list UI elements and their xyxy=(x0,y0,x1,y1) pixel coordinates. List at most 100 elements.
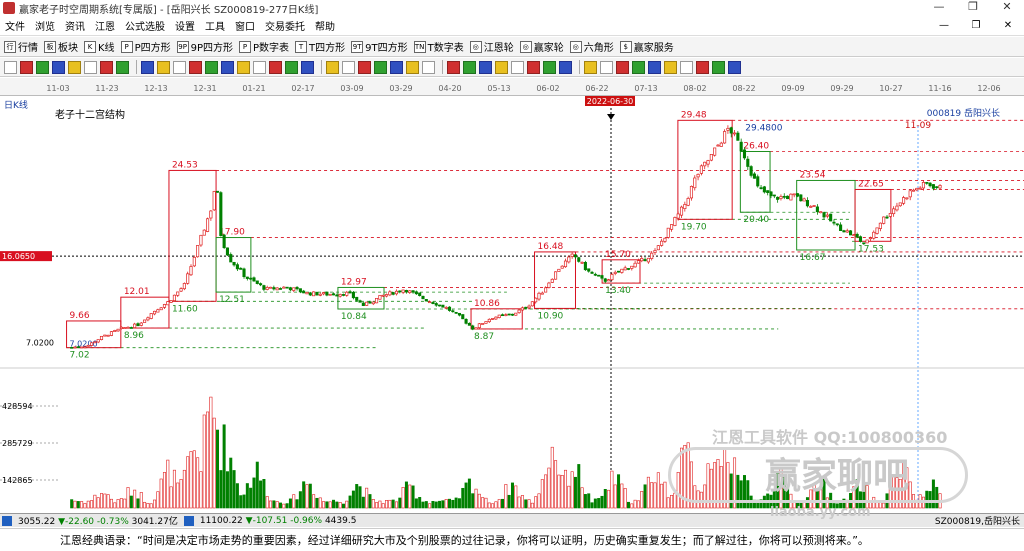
drawing-tool-icon[interactable] xyxy=(728,60,741,74)
menu-news[interactable]: 资讯 xyxy=(60,18,90,33)
candle-body xyxy=(341,294,346,296)
toolbar-button-9[interactable]: ◎ 江恩轮 xyxy=(469,39,514,54)
candle-body xyxy=(673,217,677,226)
volume-bar xyxy=(265,496,269,509)
candle-body xyxy=(414,291,418,295)
toolbar-button-8[interactable]: TN T数字表 xyxy=(413,39,464,54)
toolbar-button-4[interactable]: 9P 9P四方形 xyxy=(176,39,233,54)
drawing-tool-icon[interactable] xyxy=(253,60,266,74)
toolbar-button-2[interactable]: K K线 xyxy=(84,39,115,54)
drawing-tool-icon[interactable] xyxy=(189,60,202,74)
drawing-tool-icon[interactable] xyxy=(600,60,613,74)
candle-body xyxy=(365,301,369,306)
drawing-tool-icon[interactable] xyxy=(205,60,218,74)
drawing-tool-icon[interactable] xyxy=(68,60,81,74)
date-tick-13: 08-02 xyxy=(683,84,706,93)
drawing-tool-icon[interactable] xyxy=(157,60,170,74)
status-stock[interactable]: SZ000819,岳阳兴长 xyxy=(931,514,1024,527)
drawing-tool-icon[interactable] xyxy=(20,60,33,74)
drawing-tool-icon[interactable] xyxy=(422,60,435,74)
volume-bar xyxy=(872,496,876,509)
drawing-tool-icon[interactable] xyxy=(301,60,314,74)
volume-bar xyxy=(305,484,309,509)
toolbar-button-5[interactable]: P P数字表 xyxy=(239,39,289,54)
minimize-button[interactable]: — xyxy=(922,0,956,13)
sh-index[interactable]: 3055.22 ▼-22.60 -0.73% 3041.27亿 xyxy=(14,514,182,527)
drawing-tool-icon[interactable] xyxy=(664,60,677,74)
drawing-tool-icon[interactable] xyxy=(559,60,572,74)
drawing-tool-icon[interactable] xyxy=(680,60,693,74)
volume-bar xyxy=(431,501,435,509)
menu-tools[interactable]: 工具 xyxy=(200,18,230,33)
volume-bar xyxy=(371,499,375,509)
drawing-tool-icon[interactable] xyxy=(342,60,355,74)
sz-index[interactable]: 11100.22 ▼-107.51 -0.96% 4439.5 xyxy=(196,516,361,526)
drawing-tool-icon[interactable] xyxy=(141,60,154,74)
kline-chart[interactable]: 日K线老子十二宫结构 000819 岳阳兴长 2022-06-30 11-09 16.0… xyxy=(0,96,1024,513)
drawing-tool-icon[interactable] xyxy=(495,60,508,74)
sz-index-icon xyxy=(183,515,194,526)
menu-gann[interactable]: 江恩 xyxy=(90,18,120,33)
drawing-tool-icon[interactable] xyxy=(4,60,17,74)
drawing-tool-icon[interactable] xyxy=(390,60,403,74)
menu-settings[interactable]: 设置 xyxy=(170,18,200,33)
toolbar-button-1[interactable]: 板板块 xyxy=(44,39,78,54)
menu-trade[interactable]: 交易委托 xyxy=(260,18,310,33)
drawing-tool-icon[interactable] xyxy=(632,60,645,74)
drawing-tool-icon[interactable] xyxy=(406,60,419,74)
menu-window[interactable]: 窗口 xyxy=(230,18,260,33)
toolbar-button-10[interactable]: ◎ 赢家轮 xyxy=(519,39,564,54)
candle-body xyxy=(292,287,296,291)
toolbar-button-11[interactable]: ◎ 六角形 xyxy=(569,39,614,54)
drawing-tool-icon[interactable] xyxy=(269,60,282,74)
candle-body xyxy=(769,191,773,197)
drawing-tool-icon[interactable] xyxy=(173,60,186,74)
candle-body xyxy=(265,287,269,290)
drawing-tool-icon[interactable] xyxy=(100,60,113,74)
drawing-tool-icon[interactable] xyxy=(616,60,629,74)
drawing-tool-icon[interactable] xyxy=(479,60,492,74)
volume-bar xyxy=(90,500,94,509)
toolbar-button-0[interactable]: 行行情 xyxy=(4,39,38,54)
drawing-tool-icon[interactable] xyxy=(543,60,556,74)
drawing-tool-icon[interactable] xyxy=(52,60,65,74)
drawing-tool-icon[interactable] xyxy=(712,60,725,74)
menu-formula[interactable]: 公式选股 xyxy=(120,18,170,33)
drawing-tool-icon[interactable] xyxy=(527,60,540,74)
box-high-label-0: 9.66 xyxy=(70,311,90,321)
drawing-tool-icon[interactable] xyxy=(584,60,597,74)
doc-close-button[interactable]: ✕ xyxy=(992,20,1024,31)
drawing-tool-icon[interactable] xyxy=(358,60,371,74)
menu-help[interactable]: 帮助 xyxy=(310,18,340,33)
toolbar-button-12[interactable]: $ 赢家服务 xyxy=(619,39,674,54)
toolbar-button-3[interactable]: P P四方形 xyxy=(120,39,171,54)
volume-bar xyxy=(799,502,803,509)
candle-body xyxy=(381,294,385,297)
drawing-tool-icon[interactable] xyxy=(221,60,234,74)
menu-browse[interactable]: 浏览 xyxy=(30,18,60,33)
drawing-tool-icon[interactable] xyxy=(447,60,460,74)
drawing-tool-icon[interactable] xyxy=(84,60,97,74)
drawing-tool-icon[interactable] xyxy=(285,60,298,74)
drawing-tool-icon[interactable] xyxy=(116,60,129,74)
drawing-tool-icon[interactable] xyxy=(463,60,476,74)
menu-file[interactable]: 文件 xyxy=(0,18,30,33)
volume-bar xyxy=(159,478,163,509)
volume-bar xyxy=(109,498,113,509)
candle-body xyxy=(925,182,929,184)
drawing-tool-icon[interactable] xyxy=(237,60,250,74)
doc-minimize-button[interactable]: — xyxy=(928,20,960,31)
toolbar-icon-2: K xyxy=(84,40,96,53)
toolbar-button-6[interactable]: T T四方形 xyxy=(295,39,345,54)
drawing-tool-icon[interactable] xyxy=(374,60,387,74)
drawing-tool-icon[interactable] xyxy=(326,60,339,74)
drawing-tool-icon[interactable] xyxy=(696,60,709,74)
drawing-tool-icon[interactable] xyxy=(511,60,524,74)
drawing-tool-icon[interactable] xyxy=(648,60,661,74)
doc-restore-button[interactable]: ❐ xyxy=(960,20,992,31)
toolbar-button-7[interactable]: 9T 9T四方形 xyxy=(351,39,408,54)
drawing-tool-icon[interactable] xyxy=(36,60,49,74)
sz-index-change: ▼-107.51 xyxy=(245,515,288,526)
maximize-button[interactable]: ❐ xyxy=(956,0,990,13)
close-button[interactable]: ✕ xyxy=(990,0,1024,13)
